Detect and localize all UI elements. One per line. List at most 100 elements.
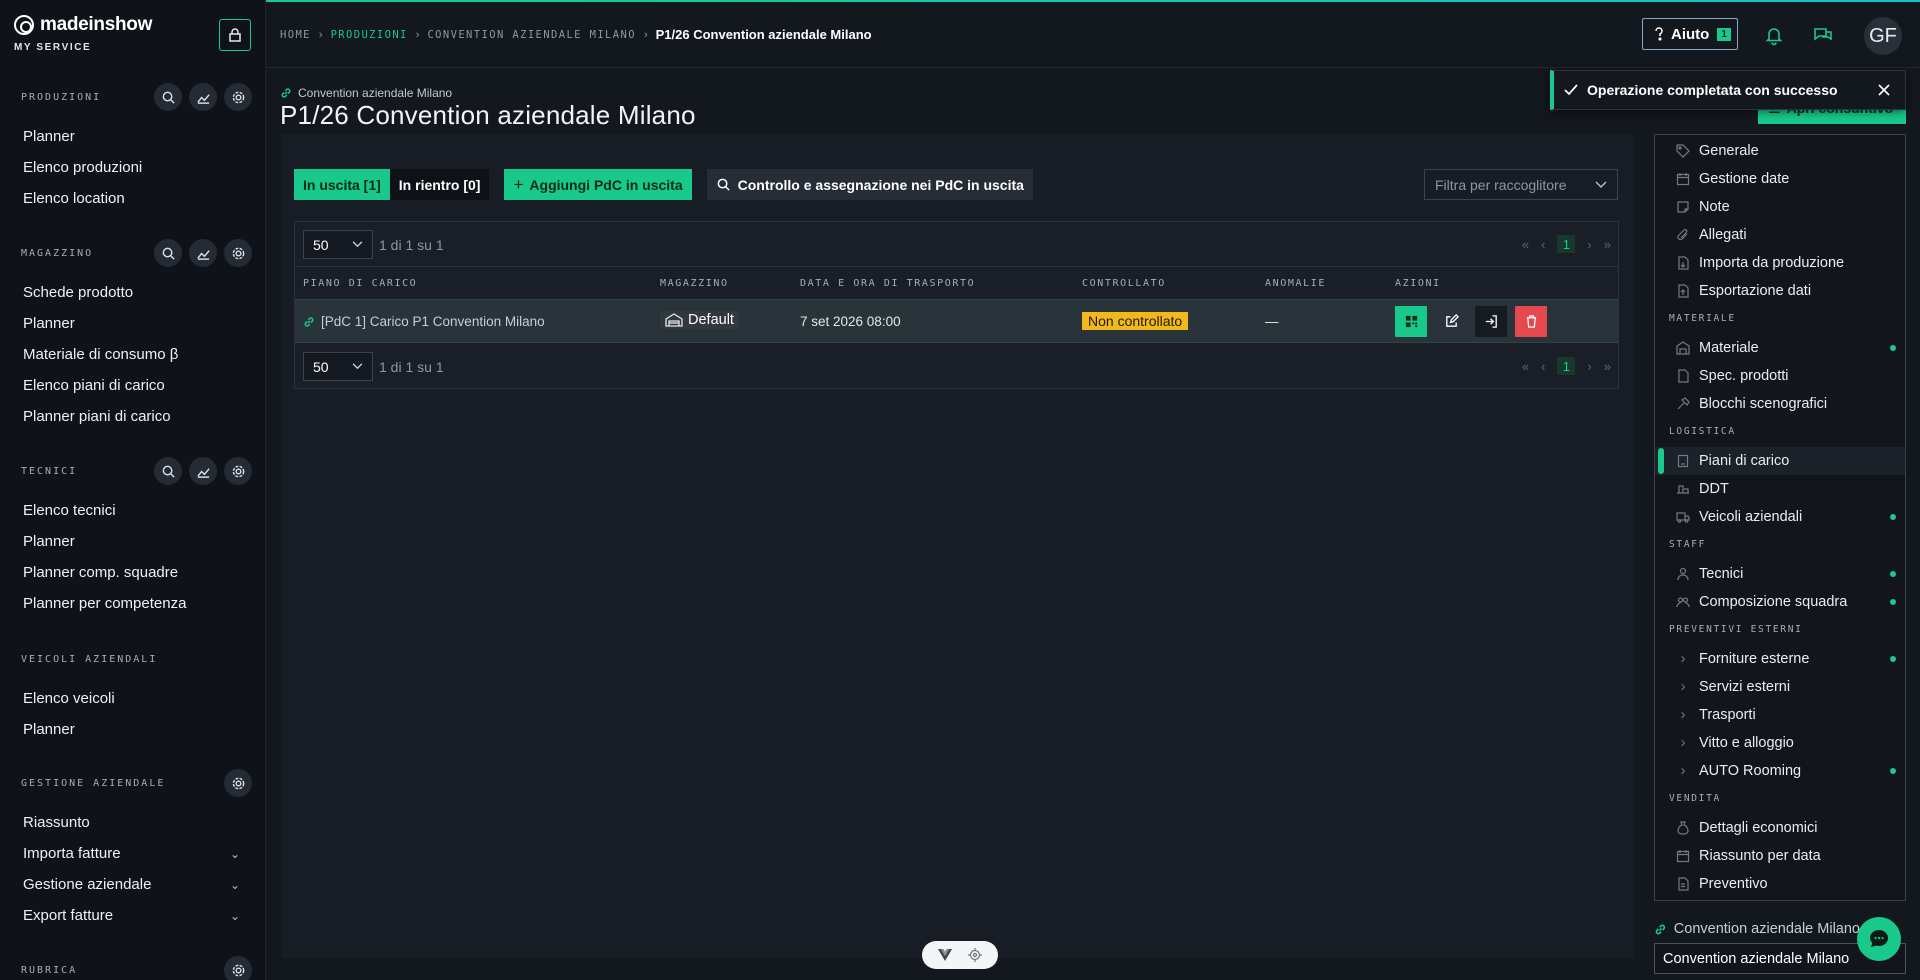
chat-support-button[interactable] [1857, 917, 1901, 961]
menu-item-materiale[interactable]: Materiale [1655, 334, 1905, 362]
sidebar-item-elenco-location[interactable]: Elenco location [0, 183, 265, 214]
edit-button[interactable] [1435, 306, 1467, 337]
filter-collector-select[interactable]: Filtra per raccoglitore [1424, 169, 1618, 200]
column-header[interactable]: CONTROLLATO [1082, 278, 1166, 289]
brand[interactable]: madeinshow MY SERVICE [14, 14, 152, 53]
menu-item-generale[interactable]: Generale [1655, 137, 1905, 165]
column-header: AZIONI [1395, 278, 1441, 289]
prev-page-icon[interactable]: ‹ [1541, 237, 1545, 252]
breadcrumb-produzioni[interactable]: PRODUZIONI [331, 29, 408, 41]
sidebar-item-importa-fatture[interactable]: Importa fatture ⌄ [0, 838, 265, 869]
sidebar-item-planner[interactable]: Planner [0, 714, 265, 745]
sidebar-item-riassunto[interactable]: Riassunto [0, 807, 265, 838]
tab-in-uscita[interactable]: In uscita [1] [294, 169, 390, 200]
menu-item-servizi[interactable]: › Servizi esterni [1655, 673, 1905, 701]
sidebar-item-export-fatture[interactable]: Export fatture ⌄ [0, 900, 265, 931]
login-button[interactable] [1475, 306, 1507, 337]
chat-icon[interactable] [1812, 24, 1834, 46]
page-size-select[interactable]: 50 [303, 230, 373, 259]
sidebar-item-materiale-consumo[interactable]: Materiale di consumo β [0, 339, 265, 370]
qr-code-button[interactable] [1395, 306, 1427, 337]
sidebar-item-gestione-aziendale[interactable]: Gestione aziendale ⌄ [0, 869, 265, 900]
first-page-icon[interactable]: « [1522, 237, 1529, 252]
sidebar-item-planner[interactable]: Planner [0, 121, 265, 152]
menu-item-veicoli[interactable]: Veicoli aziendali [1655, 503, 1905, 531]
warehouse-badge: Default [660, 311, 739, 329]
avatar[interactable]: GF [1864, 17, 1902, 55]
breadcrumb-home[interactable]: HOME [280, 29, 311, 41]
prev-page-icon[interactable]: ‹ [1541, 359, 1545, 374]
cell-piano[interactable]: [PdC 1] Carico P1 Convention Milano [303, 314, 545, 329]
breadcrumb-convention[interactable]: CONVENTION AZIENDALE MILANO [427, 29, 635, 41]
last-page-icon[interactable]: » [1604, 237, 1611, 252]
menu-item-trasporti[interactable]: › Trasporti [1655, 701, 1905, 729]
gear-icon[interactable] [224, 457, 252, 485]
chart-icon[interactable] [189, 239, 217, 267]
bell-icon[interactable] [1763, 24, 1785, 46]
table-row[interactable]: [PdC 1] Carico P1 Convention Milano Defa… [295, 299, 1618, 343]
last-page-icon[interactable]: » [1604, 359, 1611, 374]
menu-item-preventivo[interactable]: Preventivo [1655, 870, 1905, 898]
menu-item-ddt[interactable]: DDT [1655, 475, 1905, 503]
sidebar-item-planner-piani-carico[interactable]: Planner piani di carico [0, 401, 265, 432]
sidebar-item-planner[interactable]: Planner [0, 308, 265, 339]
dev-toolbar-toggle[interactable] [922, 941, 998, 969]
search-icon[interactable] [154, 239, 182, 267]
gear-icon[interactable] [224, 956, 252, 980]
column-header[interactable]: DATA E ORA DI TRASPORTO [800, 278, 975, 289]
next-page-icon[interactable]: › [1587, 237, 1591, 252]
close-icon[interactable] [1875, 81, 1893, 99]
menu-item-piani-carico[interactable]: Piani di carico [1655, 447, 1905, 475]
gear-icon[interactable] [224, 239, 252, 267]
gear-icon[interactable] [224, 83, 252, 111]
sidebar-item-schede-prodotto[interactable]: Schede prodotto [0, 277, 265, 308]
record-count: 1 di 1 su 1 [379, 358, 444, 375]
pagination: « ‹ 1 › » [1522, 235, 1611, 253]
sidebar-item-elenco-produzioni[interactable]: Elenco produzioni [0, 152, 265, 183]
page-number[interactable]: 1 [1557, 235, 1576, 253]
menu-item-tecnici[interactable]: Tecnici [1655, 560, 1905, 588]
check-assign-button[interactable]: Controllo e assegnazione nei PdC in usci… [706, 169, 1033, 200]
menu-item-esportazione[interactable]: Esportazione dati [1655, 277, 1905, 305]
chevron-down-icon: ⌄ [229, 846, 240, 861]
add-pdc-button[interactable]: + Aggiungi PdC in uscita [504, 169, 692, 200]
sidebar-item-label: Planner per competenza [23, 595, 187, 612]
menu-item-rooming[interactable]: › AUTO Rooming [1655, 757, 1905, 785]
sidebar-item-planner-competenza[interactable]: Planner per competenza [0, 588, 265, 619]
menu-item-spec-prodotti[interactable]: Spec. prodotti [1655, 362, 1905, 390]
menu-item-gestione-date[interactable]: Gestione date [1655, 165, 1905, 193]
menu-item-blocchi[interactable]: Blocchi scenografici [1655, 390, 1905, 418]
help-button[interactable]: Aiuto 1 [1642, 18, 1738, 50]
chart-icon[interactable] [189, 457, 217, 485]
search-icon[interactable] [154, 457, 182, 485]
search-icon[interactable] [154, 83, 182, 111]
menu-item-label: Trasporti [1699, 707, 1756, 723]
menu-item-vitto[interactable]: › Vitto e alloggio [1655, 729, 1905, 757]
lock-sidebar-button[interactable] [219, 19, 251, 51]
menu-item-dettagli[interactable]: Dettagli economici [1655, 814, 1905, 842]
menu-item-allegati[interactable]: Allegati [1655, 221, 1905, 249]
tab-in-rientro[interactable]: In rientro [0] [389, 169, 490, 200]
column-header[interactable]: ANOMALIE [1265, 278, 1326, 289]
menu-item-composizione[interactable]: Composizione squadra [1655, 588, 1905, 616]
menu-item-importa[interactable]: Importa da produzione [1655, 249, 1905, 277]
sidebar-item-elenco-tecnici[interactable]: Elenco tecnici [0, 495, 265, 526]
page-number[interactable]: 1 [1557, 357, 1576, 375]
column-header[interactable]: PIANO DI CARICO [303, 278, 417, 289]
menu-item-riassunto[interactable]: Riassunto per data [1655, 842, 1905, 870]
sidebar-item-planner[interactable]: Planner [0, 526, 265, 557]
menu-item-note[interactable]: Note [1655, 193, 1905, 221]
gear-icon[interactable] [224, 769, 252, 797]
menu-item-forniture[interactable]: › Forniture esterne [1655, 645, 1905, 673]
next-page-icon[interactable]: › [1587, 359, 1591, 374]
sidebar-item-elenco-piani-carico[interactable]: Elenco piani di carico [0, 370, 265, 401]
delete-button[interactable] [1515, 306, 1547, 337]
page-size-select[interactable]: 50 [303, 352, 373, 381]
production-link[interactable]: Convention aziendale Milano [280, 86, 452, 100]
column-header[interactable]: MAGAZZINO [660, 278, 729, 289]
sidebar-item-planner-comp-squadre[interactable]: Planner comp. squadre [0, 557, 265, 588]
first-page-icon[interactable]: « [1522, 359, 1529, 374]
sidebar-item-elenco-veicoli[interactable]: Elenco veicoli [0, 683, 265, 714]
production-link-bottom[interactable]: Convention aziendale Milano [1654, 921, 1860, 937]
chart-icon[interactable] [189, 83, 217, 111]
